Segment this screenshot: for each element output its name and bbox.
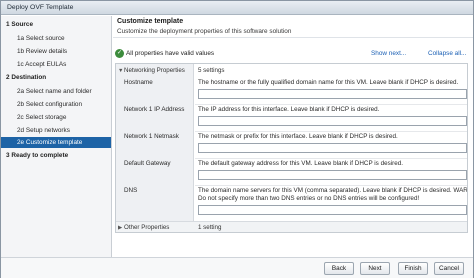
page-subtitle: Customize the deployment properties of t… <box>117 28 292 35</box>
netmask-description: The netmask or prefix for this interface… <box>198 133 398 140</box>
row-divider <box>195 131 467 132</box>
gateway-input[interactable] <box>198 170 467 180</box>
networking-group-row[interactable]: ▼Networking Properties 5 settings <box>116 66 467 76</box>
step-ready-to-complete[interactable]: 3 Ready to complete <box>1 150 111 161</box>
page-title: Customize template <box>117 18 184 25</box>
other-properties-row[interactable]: ▶ Other Properties 1 setting <box>116 221 467 232</box>
step-customize-template[interactable]: 2e Customize template <box>1 137 111 148</box>
step-select-storage[interactable]: 2c Select storage <box>1 112 111 123</box>
row-divider <box>195 104 467 105</box>
hostname-input[interactable] <box>198 89 467 99</box>
hostname-description: The hostname or the fully qualified doma… <box>198 79 459 86</box>
step-select-source[interactable]: 1a Select source <box>1 33 111 44</box>
next-button[interactable]: Next <box>360 262 390 275</box>
cancel-button[interactable]: Cancel <box>434 262 464 275</box>
wizard-footer: Back Next Finish Cancel <box>1 257 473 278</box>
collapse-all-link[interactable]: Collapse all... <box>428 50 466 57</box>
page-header: Customize template Customize the deploym… <box>113 16 473 38</box>
deploy-ovf-window: Deploy OVF Template 1 Source 1a Select s… <box>0 0 474 278</box>
check-icon: ✓ <box>115 49 124 58</box>
back-button[interactable]: Back <box>324 262 354 275</box>
label-column <box>116 64 194 232</box>
wizard-steps-sidebar: 1 Source 1a Select source 1b Review deta… <box>1 16 112 257</box>
gateway-description: The default gateway address for this VM.… <box>198 160 403 167</box>
group-label: Networking Properties <box>124 67 185 74</box>
validation-text: All properties have valid values <box>126 50 215 57</box>
step-select-configuration[interactable]: 2b Select configuration <box>1 99 111 110</box>
finish-button[interactable]: Finish <box>398 262 428 275</box>
ip-address-input[interactable] <box>198 116 467 126</box>
row-divider <box>195 158 467 159</box>
ip-address-description: The IP address for this interface. Leave… <box>198 106 380 113</box>
row-divider <box>195 185 467 186</box>
step-accept-eulas[interactable]: 1c Accept EULAs <box>1 59 111 70</box>
window-title: Deploy OVF Template <box>7 4 74 11</box>
properties-grid: ▼Networking Properties 5 settings Hostna… <box>115 63 468 233</box>
step-review-details[interactable]: 1b Review details <box>1 46 111 57</box>
dns-input[interactable] <box>198 205 467 215</box>
validation-status-row: ✓ All properties have valid values Show … <box>115 49 469 59</box>
title-bar: Deploy OVF Template <box>1 1 473 15</box>
other-count: 1 setting <box>198 224 222 231</box>
step-destination[interactable]: 2 Destination <box>1 72 111 83</box>
dns-description: The domain name servers for this VM (com… <box>198 187 467 194</box>
step-setup-networks[interactable]: 2d Setup networks <box>1 125 111 136</box>
netmask-input[interactable] <box>198 143 467 153</box>
hostname-label: Hostname <box>124 79 153 86</box>
netmask-label: Network 1 Netmask <box>124 133 179 140</box>
step-source[interactable]: 1 Source <box>1 19 111 30</box>
ip-address-label: Network 1 IP Address <box>124 106 185 113</box>
dns-warning: Do not specify more than two DNS entries… <box>198 195 420 202</box>
group-count: 5 settings <box>198 67 225 74</box>
dns-label: DNS <box>124 187 138 194</box>
gateway-label: Default Gateway <box>124 160 171 167</box>
step-select-name-folder[interactable]: 2a Select name and folder <box>1 86 111 97</box>
other-label: Other Properties <box>124 224 170 231</box>
show-next-link[interactable]: Show next... <box>371 50 406 57</box>
